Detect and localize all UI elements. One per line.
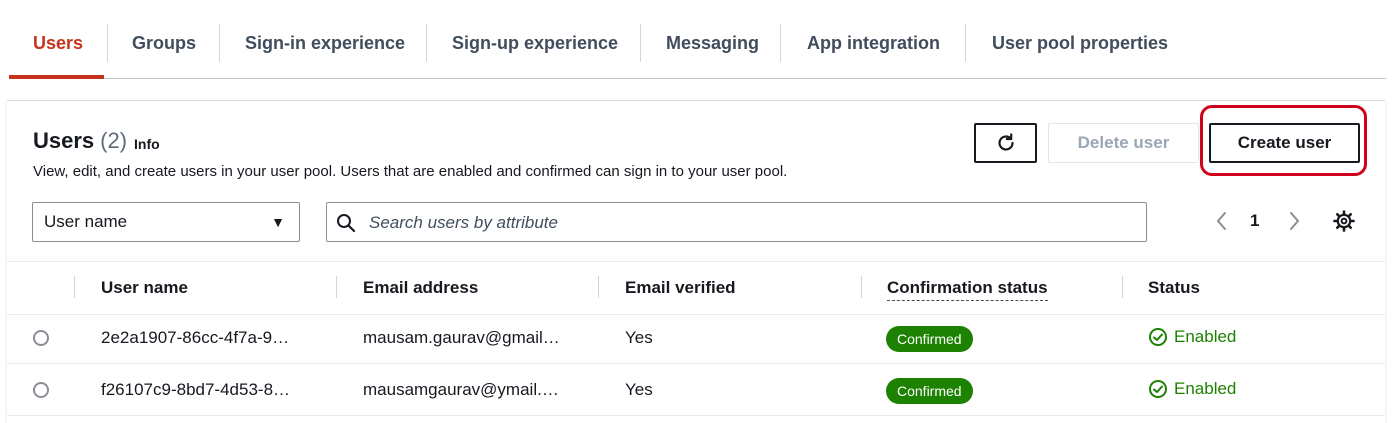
create-user-button[interactable]: Create user [1209, 123, 1360, 163]
column-separator [598, 276, 599, 298]
tab-sign-in-experience[interactable]: Sign-in experience [245, 22, 405, 64]
tab-bar: Users Groups Sign-in experience Sign-up … [0, 0, 1386, 80]
column-separator [861, 276, 862, 298]
column-separator [336, 276, 337, 298]
check-circle-icon [1149, 328, 1167, 346]
confirmation-status-badge: Confirmed [886, 326, 973, 352]
tab-app-integration[interactable]: App integration [807, 22, 940, 64]
users-panel: Users (2) Info View, edit, and create use… [7, 100, 1385, 423]
search-icon [337, 214, 356, 233]
status-text: Enabled [1174, 379, 1237, 398]
panel-description: View, edit, and create users in your use… [33, 163, 788, 180]
tab-separator [107, 24, 108, 62]
column-header-user-name[interactable]: User name [101, 278, 188, 298]
tab-groups[interactable]: Groups [132, 22, 196, 64]
column-separator [1122, 276, 1123, 298]
page-number[interactable]: 1 [1250, 211, 1259, 231]
column-header-confirmation-status[interactable]: Confirmation status [887, 278, 1048, 301]
refresh-icon [997, 133, 1014, 151]
tab-sign-up-experience[interactable]: Sign-up experience [452, 22, 618, 64]
panel-title-text: Users [33, 128, 95, 153]
search-field[interactable] [326, 202, 1147, 242]
tab-divider [9, 78, 1386, 79]
status-cell: Enabled [1148, 379, 1236, 399]
table-row[interactable]: 2e2a1907-86cc-4f7a-9… mausam.gaurav@gmai… [7, 313, 1385, 364]
chevron-left-icon [1217, 212, 1226, 230]
tab-users[interactable]: Users [33, 22, 83, 64]
email-cell: mausam.gaurav@gmail… [363, 328, 560, 347]
gear-icon [1333, 210, 1355, 232]
table-header: User name Email address Email verified C… [7, 261, 1385, 315]
property-filter-value: User name [44, 212, 128, 231]
email-cell: mausamgaurav@ymail.… [363, 380, 559, 399]
user-name-cell[interactable]: 2e2a1907-86cc-4f7a-9… [101, 328, 289, 348]
previous-page-button[interactable] [1212, 209, 1232, 238]
info-link[interactable]: Info [134, 136, 160, 152]
chevron-right-icon [1290, 212, 1299, 230]
tab-separator [219, 24, 220, 62]
search-input[interactable] [367, 209, 1131, 237]
caret-down-icon: ▼ [271, 214, 285, 230]
active-tab-indicator [9, 75, 104, 79]
refresh-button[interactable] [974, 123, 1037, 163]
row-select-radio[interactable] [33, 382, 49, 398]
row-select-radio[interactable] [33, 330, 49, 346]
tab-user-pool-properties[interactable]: User pool properties [992, 22, 1168, 64]
user-name-cell[interactable]: f26107c9-8bd7-4d53-8… [101, 380, 290, 400]
tab-separator [965, 24, 966, 62]
user-count: (2) [100, 128, 128, 153]
delete-user-button[interactable]: Delete user [1048, 123, 1199, 163]
property-filter-select[interactable]: User name ▼ [32, 202, 300, 242]
status-cell: Enabled [1148, 327, 1236, 347]
tab-separator [426, 24, 427, 62]
table-row[interactable]: f26107c9-8bd7-4d53-8… mausamgaurav@ymail… [7, 365, 1385, 416]
email-verified-cell: Yes [625, 328, 653, 347]
tab-separator [640, 24, 641, 62]
column-header-status[interactable]: Status [1148, 278, 1200, 298]
check-circle-icon [1149, 380, 1167, 398]
column-header-email-verified[interactable]: Email verified [625, 278, 736, 298]
panel-title: Users (2) [33, 128, 127, 154]
column-header-email[interactable]: Email address [363, 278, 478, 298]
next-page-button[interactable] [1284, 209, 1304, 238]
preferences-button[interactable] [1332, 209, 1356, 238]
email-verified-cell: Yes [625, 380, 653, 399]
tab-messaging[interactable]: Messaging [666, 22, 759, 64]
tab-separator [780, 24, 781, 62]
status-text: Enabled [1174, 327, 1237, 346]
column-separator [74, 276, 75, 298]
confirmation-status-badge: Confirmed [886, 378, 973, 404]
